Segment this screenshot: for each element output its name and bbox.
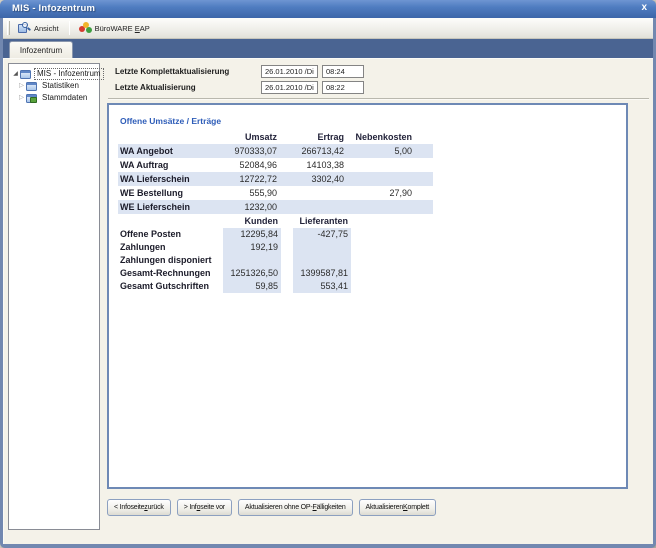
tree-item-stammdaten[interactable]: ▷ Stammdaten	[9, 92, 99, 104]
info-panel: Offene Umsätze / Erträge Umsatz Ertrag N…	[107, 103, 628, 489]
cell-lieferanten: 553,41	[293, 280, 351, 293]
ansicht-button[interactable]: Ansicht	[14, 20, 65, 37]
infozentrum-node-icon	[20, 70, 31, 79]
cell-ertrag	[279, 186, 346, 200]
expanded-arrow-icon[interactable]: ◢	[12, 68, 19, 80]
last-update-date-field: 26.01.2010 /Di	[261, 81, 318, 94]
col-header-ertrag: Ertrag	[279, 130, 346, 144]
toolbar-separator	[69, 21, 70, 35]
stammdaten-node-icon	[26, 94, 37, 103]
collapsed-arrow-icon[interactable]: ▷	[18, 80, 25, 92]
cell-ertrag: 266713,42	[279, 144, 346, 158]
buroware-eap-label: BüroWARE EAP	[95, 24, 150, 33]
close-icon[interactable]: x	[641, 2, 647, 14]
table2-corner	[118, 215, 223, 228]
col-header-kunden: Kunden	[223, 215, 281, 228]
cell-umsatz: 555,90	[220, 186, 279, 200]
col-header-nebenkosten: Nebenkosten	[346, 130, 433, 144]
cell-kunden: 59,85	[223, 280, 281, 293]
toolbar: Ansicht BüroWARE EAP	[3, 18, 653, 39]
cell-umsatz: 970333,07	[220, 144, 279, 158]
col-header-umsatz: Umsatz	[220, 130, 279, 144]
tree-panel: ◢ MIS - Infozentrum ▷ Statistiken ▷ Stam…	[8, 63, 100, 530]
cell-lieferanten	[293, 254, 351, 267]
tree-item-statistiken[interactable]: ▷ Statistiken	[9, 80, 99, 92]
buroware-eap-icon	[78, 22, 92, 34]
last-full-update-date-field: 26.01.2010 /Di	[261, 65, 318, 78]
row-label: WE Lieferschein	[118, 200, 220, 214]
row-label: Gesamt-Rechnungen	[118, 267, 223, 280]
posten-table: Kunden Lieferanten Offene Posten 12295,8…	[118, 215, 351, 293]
cell-kunden	[223, 254, 281, 267]
statistiken-node-icon	[26, 82, 37, 91]
cell-umsatz: 52084,96	[220, 158, 279, 172]
cell-kunden: 12295,84	[223, 228, 281, 241]
tree-item-label[interactable]: Statistiken	[40, 81, 81, 91]
cell-ertrag: 3302,40	[279, 172, 346, 186]
horizontal-divider	[108, 98, 649, 100]
infoseite-zurueck-button[interactable]: < Infoseite zurück	[107, 499, 171, 516]
window-title: MIS - Infozentrum	[12, 3, 95, 14]
buroware-eap-button[interactable]: BüroWARE EAP	[74, 20, 156, 37]
cell-lieferanten	[293, 241, 351, 254]
cell-umsatz: 12722,72	[220, 172, 279, 186]
cell-kunden: 1251326,50	[223, 267, 281, 280]
tree-item-label[interactable]: Stammdaten	[40, 93, 89, 103]
tree-item-mis-infozentrum[interactable]: ◢ MIS - Infozentrum	[9, 68, 99, 80]
cell-kunden: 192,19	[223, 241, 281, 254]
row-label: WA Auftrag	[118, 158, 220, 172]
row-label: WE Bestellung	[118, 186, 220, 200]
row-label: Zahlungen disponiert	[118, 254, 223, 267]
last-full-update-label: Letzte Komplettaktualisierung	[115, 67, 229, 76]
view-magnifier-icon	[18, 22, 31, 34]
collapsed-arrow-icon[interactable]: ▷	[18, 92, 25, 104]
cell-nebenkosten: 27,90	[346, 186, 433, 200]
button-row: < Infoseite zurück > Infoseite vor Aktua…	[107, 499, 436, 516]
cell-ertrag: 14103,38	[279, 158, 346, 172]
cell-nebenkosten	[346, 172, 433, 186]
ansicht-label: Ansicht	[34, 24, 59, 33]
content-area: ◢ MIS - Infozentrum ▷ Statistiken ▷ Stam…	[3, 58, 653, 544]
table1-corner	[118, 130, 220, 144]
aktualisieren-komplett-button[interactable]: Aktualisieren Komplett	[359, 499, 437, 516]
cell-lieferanten: 1399587,81	[293, 267, 351, 280]
row-label: Offene Posten	[118, 228, 223, 241]
umsaetze-table: Umsatz Ertrag Nebenkosten WA Angebot 970…	[118, 130, 433, 214]
cell-nebenkosten: 5,00	[346, 144, 433, 158]
col-header-lieferanten: Lieferanten	[293, 215, 351, 228]
row-label: WA Lieferschein	[118, 172, 220, 186]
cell-nebenkosten	[346, 200, 433, 214]
app-window: MIS - Infozentrum x Ansicht BüroWARE EAP…	[0, 0, 656, 548]
last-full-update-time-field: 08:24	[322, 65, 364, 78]
infoseite-vor-button[interactable]: > Infoseite vor	[177, 499, 232, 516]
aktualisieren-ohne-op-button[interactable]: Aktualisieren ohne OP-Fälligkeiten	[238, 499, 353, 516]
cell-umsatz: 1232,00	[220, 200, 279, 214]
toolbar-grip[interactable]	[7, 21, 10, 35]
title-bar: MIS - Infozentrum x	[0, 0, 656, 18]
cell-ertrag	[279, 200, 346, 214]
tab-infozentrum[interactable]: Infozentrum	[9, 41, 73, 58]
last-update-label: Letzte Aktualisierung	[115, 83, 196, 92]
tree-item-label[interactable]: MIS - Infozentrum	[34, 68, 104, 80]
cell-lieferanten: -427,75	[293, 228, 351, 241]
row-label: WA Angebot	[118, 144, 220, 158]
cell-nebenkosten	[346, 158, 433, 172]
panel-heading: Offene Umsätze / Erträge	[120, 116, 221, 126]
tab-strip: Infozentrum	[3, 39, 653, 58]
row-label: Gesamt Gutschriften	[118, 280, 223, 293]
last-update-time-field: 08:22	[322, 81, 364, 94]
row-label: Zahlungen	[118, 241, 223, 254]
